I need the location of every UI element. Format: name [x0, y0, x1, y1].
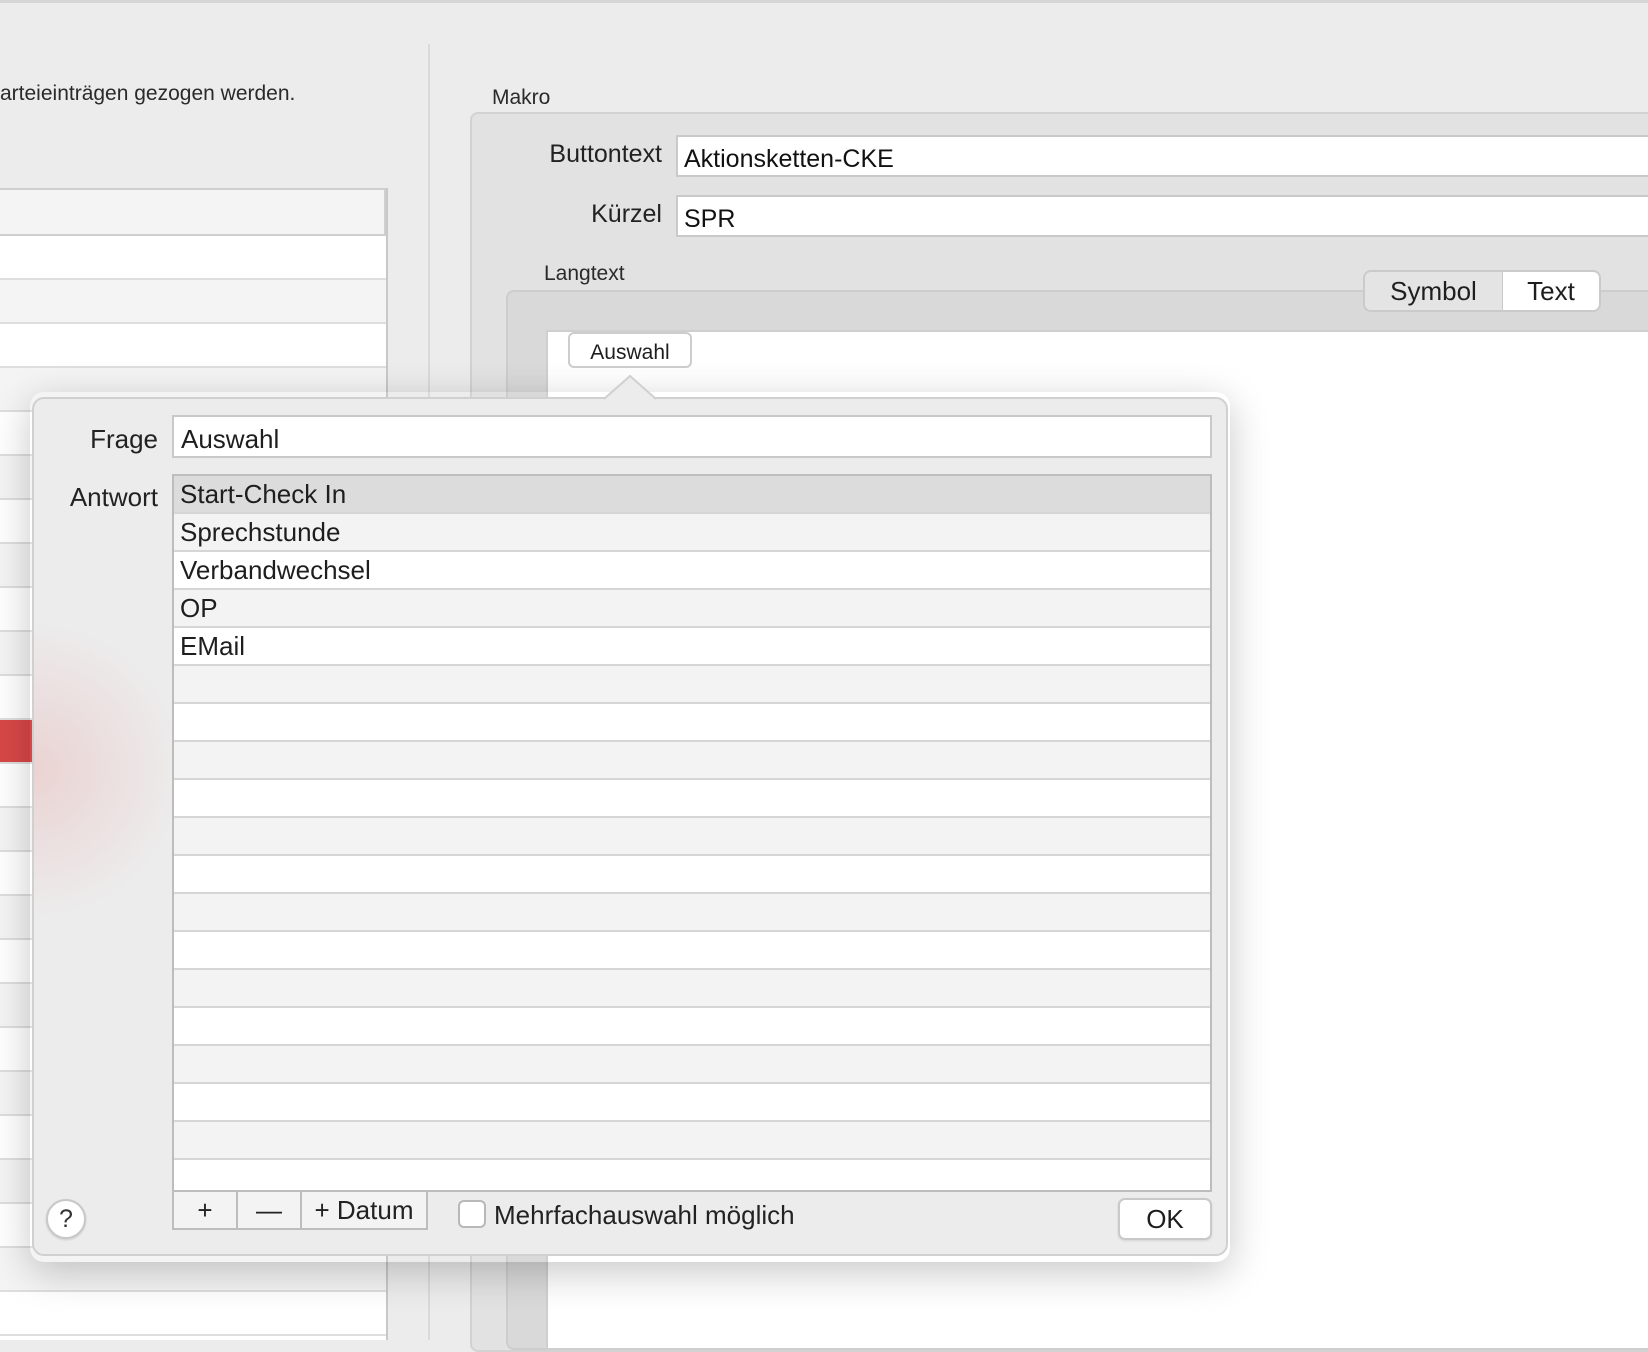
- answer-row[interactable]: Sprechstunde: [174, 514, 1210, 552]
- left-table-header: [0, 188, 386, 236]
- kuerzel-label: Kürzel: [591, 200, 662, 228]
- answer-row[interactable]: EMail: [174, 628, 1210, 666]
- antwort-label: Antwort: [69, 482, 158, 512]
- answer-row-empty[interactable]: [174, 1046, 1210, 1084]
- buttontext-input[interactable]: Aktionsketten-CKE: [676, 135, 1648, 177]
- left-table-row[interactable]: [0, 1292, 386, 1336]
- langtext-label: Langtext: [544, 262, 625, 285]
- answer-row-empty[interactable]: [174, 780, 1210, 818]
- segment-text[interactable]: Text: [1503, 272, 1599, 310]
- help-button[interactable]: ?: [46, 1199, 86, 1239]
- answer-row-empty[interactable]: [174, 894, 1210, 932]
- frage-label: Frage: [90, 424, 158, 454]
- answer-row-empty[interactable]: [174, 932, 1210, 970]
- left-description-text: arteieinträgen gezogen werden.: [0, 82, 296, 105]
- answer-row-empty[interactable]: [174, 818, 1210, 856]
- answer-row-empty[interactable]: [174, 1122, 1210, 1160]
- makro-group-label: Makro: [492, 86, 551, 109]
- auswahl-token[interactable]: Auswahl: [568, 332, 692, 368]
- add-date-button[interactable]: + Datum: [302, 1192, 426, 1228]
- kuerzel-input[interactable]: SPR: [676, 195, 1648, 237]
- answer-row-empty[interactable]: [174, 1084, 1210, 1122]
- answer-row[interactable]: OP: [174, 590, 1210, 628]
- left-table-row[interactable]: [0, 236, 386, 280]
- ok-button[interactable]: OK: [1118, 1198, 1212, 1240]
- answer-row-empty[interactable]: [174, 742, 1210, 780]
- answer-row-empty[interactable]: [174, 856, 1210, 894]
- answer-row-empty[interactable]: [174, 970, 1210, 1008]
- popover-arrow: [604, 374, 656, 400]
- add-answer-button[interactable]: +: [174, 1192, 238, 1228]
- buttontext-label: Buttontext: [549, 140, 662, 168]
- answer-list[interactable]: Start-Check In Sprechstunde Verbandwechs…: [172, 474, 1212, 1192]
- frage-input[interactable]: Auswahl: [172, 415, 1212, 458]
- remove-answer-button[interactable]: —: [238, 1192, 302, 1228]
- answer-row-empty[interactable]: [174, 666, 1210, 704]
- answer-row-empty[interactable]: [174, 1008, 1210, 1046]
- answer-row-empty[interactable]: [174, 704, 1210, 742]
- left-table-row[interactable]: [0, 280, 386, 324]
- left-table-row[interactable]: [0, 324, 386, 368]
- window-top-edge: [0, 0, 1648, 3]
- answer-row-selected[interactable]: Start-Check In: [174, 476, 1210, 514]
- answer-button-bar: + — + Datum: [172, 1190, 428, 1230]
- answer-row-empty[interactable]: [174, 1160, 1210, 1190]
- multi-select-label[interactable]: Mehrfachauswahl möglich: [494, 1200, 795, 1231]
- symbol-text-segmented-control[interactable]: Symbol Text: [1363, 270, 1601, 312]
- multi-select-checkbox[interactable]: [458, 1200, 486, 1228]
- segment-symbol[interactable]: Symbol: [1365, 272, 1503, 310]
- answer-row[interactable]: Verbandwechsel: [174, 552, 1210, 590]
